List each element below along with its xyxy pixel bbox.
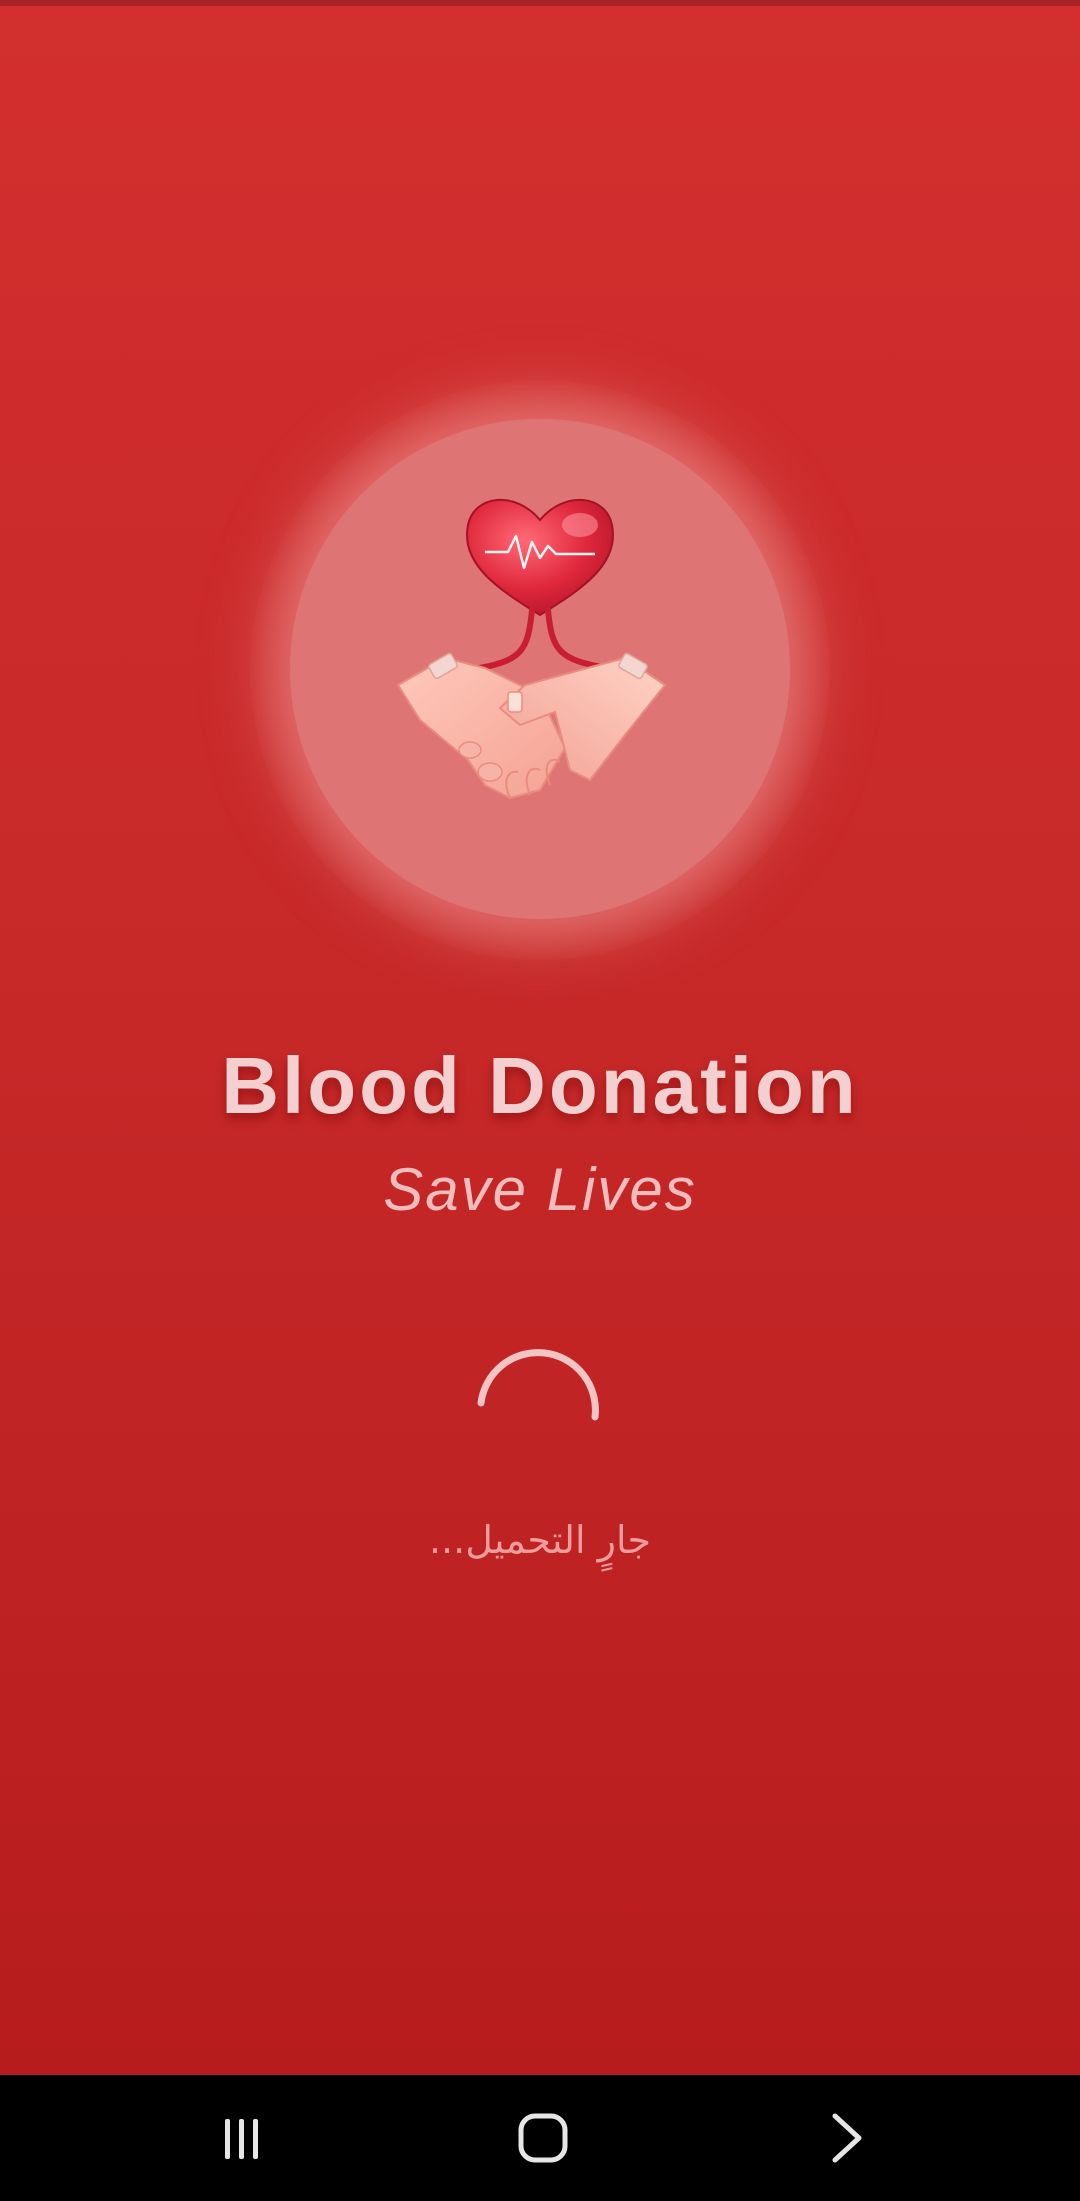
- home-icon: [518, 2113, 568, 2163]
- app-screen: Blood Donation Save Lives جارٍ التحميل..…: [0, 0, 1080, 2201]
- back-button[interactable]: [791, 2093, 901, 2183]
- system-nav-bar: [0, 2075, 1080, 2201]
- loading-spinner-icon: [477, 1349, 599, 1421]
- app-subtitle: Save Lives: [383, 1156, 697, 1223]
- heart-handshake-icon: [396, 498, 667, 800]
- recent-apps-button[interactable]: [187, 2093, 297, 2183]
- app-title: Blood Donation: [221, 1041, 859, 1130]
- back-chevron-icon: [832, 2113, 862, 2163]
- recent-apps-icon: [225, 2119, 258, 2159]
- loading-text: جارٍ التحميل...: [428, 1518, 652, 1562]
- splash-screen: Blood Donation Save Lives جارٍ التحميل..…: [0, 0, 1080, 2075]
- status-bar: [0, 0, 1080, 6]
- home-button[interactable]: [488, 2093, 598, 2183]
